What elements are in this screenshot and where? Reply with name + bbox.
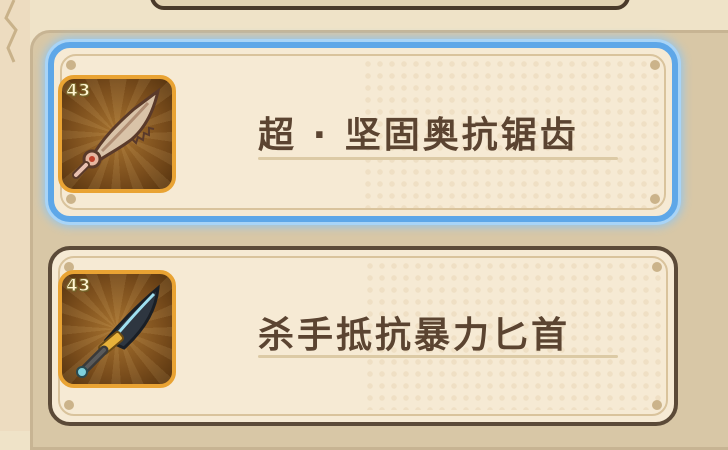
item-name: 超 · 坚固奥抗锯齿 [258, 115, 579, 156]
card-corner-rivet [66, 194, 76, 204]
item-name-underline [258, 157, 618, 160]
item-icon-frame[interactable]: 43 [58, 75, 176, 193]
card-corner-rivet [652, 262, 662, 272]
item-icon-frame[interactable]: 43 [58, 270, 176, 388]
side-decoration [0, 0, 30, 431]
card-corner-rivet [64, 400, 74, 410]
previous-item-card-partial[interactable] [150, 0, 630, 10]
card-corner-rivet [652, 400, 662, 410]
item-name-underline [258, 355, 618, 358]
card-corner-rivet [66, 60, 76, 70]
card-corner-rivet [650, 60, 660, 70]
item-level-badge: 43 [66, 276, 91, 297]
item-name: 杀手抵抗暴力匕首 [258, 315, 571, 356]
card-corner-rivet [650, 194, 660, 204]
item-level-badge: 43 [66, 81, 91, 102]
